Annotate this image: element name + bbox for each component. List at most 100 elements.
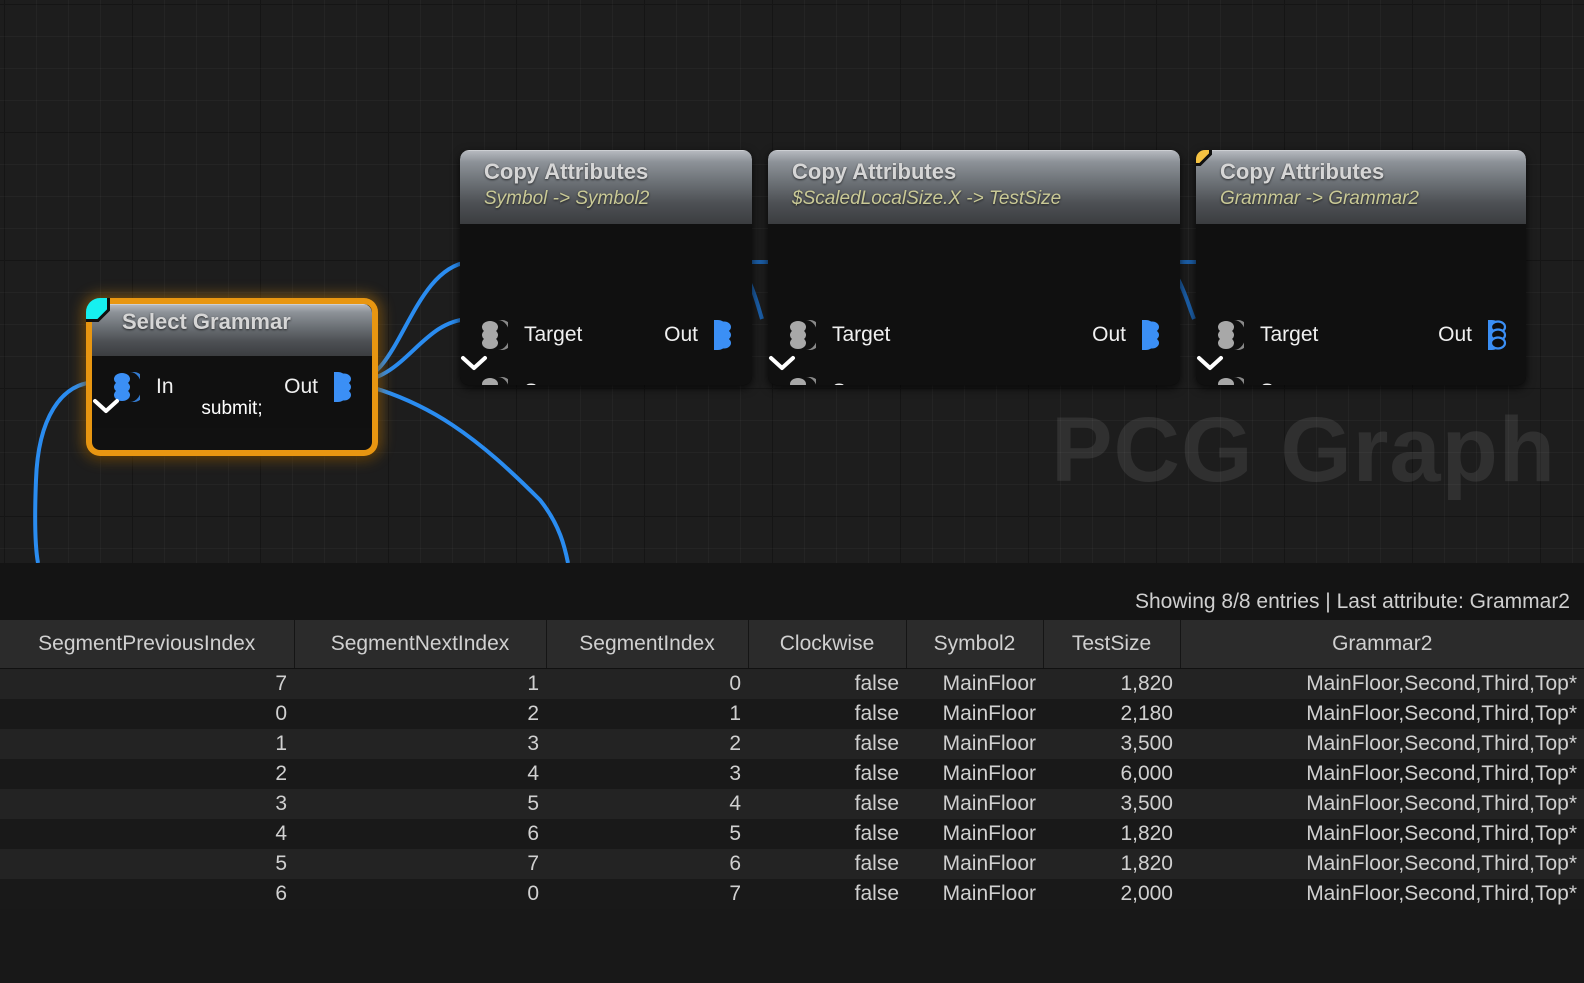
pin-source[interactable]: Source xyxy=(1214,375,1327,385)
cell-segmentnextindex: 6 xyxy=(294,819,546,849)
column-header-segmentindex[interactable]: SegmentIndex xyxy=(546,620,748,668)
input-pin-icon xyxy=(1214,375,1244,385)
cell-grammar2: MainFloor,Second,Third,Top* xyxy=(1180,668,1584,699)
cell-segmentindex: 7 xyxy=(546,879,748,909)
node-copy-attributes-3[interactable]: Copy Attributes Grammar -> Grammar2 xyxy=(1196,150,1526,385)
table-row[interactable]: 0 2 1 false MainFloor 2,180 MainFloor,Se… xyxy=(0,699,1584,729)
pin-out-label: Out xyxy=(664,323,698,347)
pin-target-label: Target xyxy=(1260,323,1318,347)
cell-testsize: 3,500 xyxy=(1043,789,1180,819)
node-subtitle-label: $ScaledLocalSize.X -> TestSize xyxy=(792,186,1180,212)
pcg-graph-editor: PCG Graph Select Grammar xyxy=(0,0,1584,983)
cell-segmentpreviousindex: 2 xyxy=(0,759,294,789)
node-title-bar: Copy Attributes $ScaledLocalSize.X -> Te… xyxy=(768,150,1180,224)
cell-grammar2: MainFloor,Second,Third,Top* xyxy=(1180,729,1584,759)
node-subtitle-label: Symbol -> Symbol2 xyxy=(484,186,752,212)
node-body: Target Out xyxy=(1196,224,1526,385)
node-title-bar: Copy Attributes Symbol -> Symbol2 xyxy=(460,150,752,224)
node-title-label: Copy Attributes xyxy=(484,158,752,186)
pin-in-label: In xyxy=(156,375,174,399)
column-header-symbol2[interactable]: Symbol2 xyxy=(906,620,1043,668)
pin-source-label: Source xyxy=(1260,380,1327,385)
chevron-down-icon[interactable]: submit; xyxy=(92,399,372,418)
node-title-label: Copy Attributes xyxy=(792,158,1180,186)
cell-segmentpreviousindex: 6 xyxy=(0,879,294,909)
column-header-segmentpreviousindex[interactable]: SegmentPreviousIndex xyxy=(0,620,294,668)
node-select-grammar[interactable]: Select Grammar xyxy=(86,298,378,456)
output-pin-icon xyxy=(1140,318,1162,352)
pin-source[interactable]: Source xyxy=(478,375,591,385)
pin-target[interactable]: Target xyxy=(1214,318,1318,352)
node-title-label: Select Grammar xyxy=(122,308,372,336)
table-row[interactable]: 2 4 3 false MainFloor 6,000 MainFloor,Se… xyxy=(0,759,1584,789)
pin-out[interactable]: Out xyxy=(664,318,734,352)
cell-segmentindex: 5 xyxy=(546,819,748,849)
cell-grammar2: MainFloor,Second,Third,Top* xyxy=(1180,849,1584,879)
spreadsheet-toolbar: Showing 8/8 entries | Last attribute: Gr… xyxy=(0,563,1584,620)
node-copy-attributes-1[interactable]: Copy Attributes Symbol -> Symbol2 xyxy=(460,150,752,385)
pin-target[interactable]: Target xyxy=(478,318,582,352)
cell-symbol2: MainFloor xyxy=(906,668,1043,699)
cell-clockwise: false xyxy=(748,668,906,699)
cell-clockwise: false xyxy=(748,879,906,909)
input-pin-icon xyxy=(786,375,816,385)
cell-grammar2: MainFloor,Second,Third,Top* xyxy=(1180,819,1584,849)
cell-segmentindex: 1 xyxy=(546,699,748,729)
output-pin-icon xyxy=(1486,318,1508,352)
chevron-down-icon[interactable] xyxy=(1196,355,1224,371)
pin-target[interactable]: Target xyxy=(786,318,890,352)
cell-testsize: 6,000 xyxy=(1043,759,1180,789)
node-title-bar: Select Grammar xyxy=(92,304,372,356)
attribute-spreadsheet: Showing 8/8 entries | Last attribute: Gr… xyxy=(0,563,1584,983)
pin-target-label: Target xyxy=(832,323,890,347)
cell-grammar2: MainFloor,Second,Third,Top* xyxy=(1180,759,1584,789)
cell-segmentpreviousindex: 5 xyxy=(0,849,294,879)
column-header-grammar2[interactable]: Grammar2 xyxy=(1180,620,1584,668)
cell-segmentpreviousindex: 0 xyxy=(0,699,294,729)
cell-testsize: 2,000 xyxy=(1043,879,1180,909)
attribute-table[interactable]: SegmentPreviousIndex SegmentNextIndex Se… xyxy=(0,620,1584,909)
table-row[interactable]: 6 0 7 false MainFloor 2,000 MainFloor,Se… xyxy=(0,879,1584,909)
cell-segmentnextindex: 1 xyxy=(294,668,546,699)
cell-segmentindex: 6 xyxy=(546,849,748,879)
table-row[interactable]: 5 7 6 false MainFloor 1,820 MainFloor,Se… xyxy=(0,849,1584,879)
pin-out[interactable]: Out xyxy=(1092,318,1162,352)
cell-symbol2: MainFloor xyxy=(906,699,1043,729)
cell-symbol2: MainFloor xyxy=(906,819,1043,849)
node-body: In Out xyxy=(92,356,372,428)
cell-segmentnextindex: 3 xyxy=(294,729,546,759)
cell-clockwise: false xyxy=(748,729,906,759)
pin-out[interactable]: Out xyxy=(1438,318,1508,352)
table-row[interactable]: 4 6 5 false MainFloor 1,820 MainFloor,Se… xyxy=(0,819,1584,849)
cell-symbol2: MainFloor xyxy=(906,789,1043,819)
table-row[interactable]: 7 1 0 false MainFloor 1,820 MainFloor,Se… xyxy=(0,668,1584,699)
cell-testsize: 1,820 xyxy=(1043,819,1180,849)
column-header-clockwise[interactable]: Clockwise xyxy=(748,620,906,668)
node-subtitle-label: Grammar -> Grammar2 xyxy=(1220,186,1526,212)
output-pin-icon xyxy=(712,318,734,352)
chevron-down-icon[interactable] xyxy=(768,355,796,371)
graph-canvas[interactable]: PCG Graph Select Grammar xyxy=(0,0,1584,563)
cell-testsize: 1,820 xyxy=(1043,668,1180,699)
cell-clockwise: false xyxy=(748,819,906,849)
chevron-down-icon[interactable] xyxy=(92,398,120,414)
pin-target-label: Target xyxy=(524,323,582,347)
pin-source[interactable]: Source xyxy=(786,375,899,385)
cell-segmentnextindex: 0 xyxy=(294,879,546,909)
cell-segmentpreviousindex: 3 xyxy=(0,789,294,819)
cell-segmentindex: 4 xyxy=(546,789,748,819)
table-row[interactable]: 1 3 2 false MainFloor 3,500 MainFloor,Se… xyxy=(0,729,1584,759)
column-header-segmentnextindex[interactable]: SegmentNextIndex xyxy=(294,620,546,668)
node-copy-attributes-2[interactable]: Copy Attributes $ScaledLocalSize.X -> Te… xyxy=(768,150,1180,385)
cell-segmentnextindex: 7 xyxy=(294,849,546,879)
cell-segmentindex: 0 xyxy=(546,668,748,699)
chevron-down-icon[interactable] xyxy=(460,355,488,371)
column-header-testsize[interactable]: TestSize xyxy=(1043,620,1180,668)
cell-clockwise: false xyxy=(748,699,906,729)
cell-segmentpreviousindex: 1 xyxy=(0,729,294,759)
pin-source-label: Source xyxy=(832,380,899,385)
wire-sg-to-below xyxy=(352,382,568,563)
cell-grammar2: MainFloor,Second,Third,Top* xyxy=(1180,879,1584,909)
input-pin-icon xyxy=(478,318,508,352)
table-row[interactable]: 3 5 4 false MainFloor 3,500 MainFloor,Se… xyxy=(0,789,1584,819)
